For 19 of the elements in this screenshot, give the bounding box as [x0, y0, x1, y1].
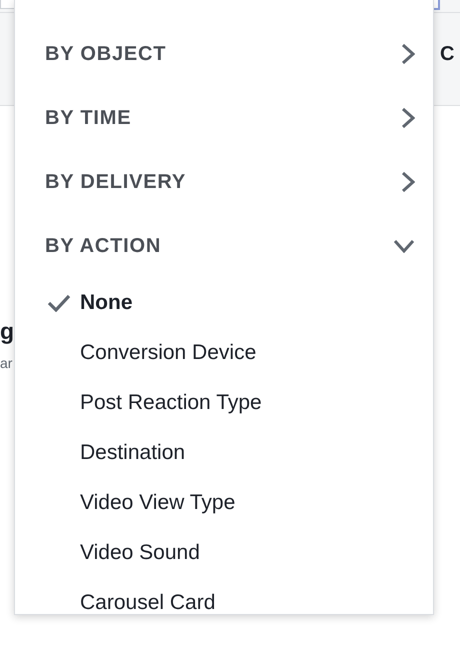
- menu-group-header[interactable]: BY ACTION: [15, 214, 433, 278]
- chevron-right-icon: [401, 107, 415, 129]
- menu-option[interactable]: Conversion Device: [15, 328, 433, 378]
- checkmark-icon: [47, 294, 71, 312]
- chevron-right-icon: [401, 43, 415, 65]
- menu-option[interactable]: Video View Type: [15, 478, 433, 528]
- menu-group-header[interactable]: BY DELIVERY: [15, 150, 433, 214]
- menu-option[interactable]: Post Reaction Type: [15, 378, 433, 428]
- heading-text: g: [0, 318, 14, 345]
- menu-option[interactable]: Destination: [15, 428, 433, 478]
- menu-option[interactable]: Carousel Card: [15, 578, 433, 628]
- heading-text: C: [440, 43, 454, 65]
- menu-option[interactable]: Video Sound: [15, 528, 433, 578]
- chevron-right-icon: [401, 171, 415, 193]
- chevron-down-icon: [393, 239, 415, 253]
- menu-group-header[interactable]: BY TIME: [15, 86, 433, 150]
- body-text: ar: [0, 355, 12, 371]
- menu-option[interactable]: None: [15, 278, 433, 328]
- menu-group-header[interactable]: BY OBJECT: [15, 22, 433, 86]
